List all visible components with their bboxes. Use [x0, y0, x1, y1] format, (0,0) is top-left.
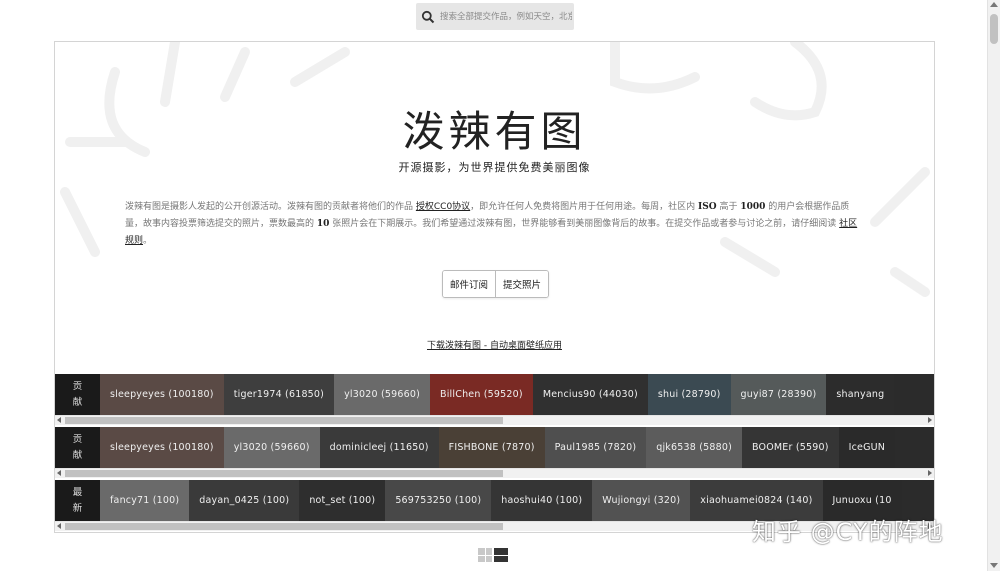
- action-button-group: 邮件订阅 提交照片: [442, 270, 550, 298]
- contributor-item[interactable]: qjk6538 (5880): [646, 427, 742, 468]
- strip-label: 最 新: [55, 480, 100, 521]
- strip-label-char: 最: [72, 486, 83, 498]
- contributor-item[interactable]: IceGUN: [838, 427, 896, 468]
- iso-value: ISO: [698, 202, 717, 212]
- strip-label-char: 献: [72, 396, 83, 408]
- contributor-item[interactable]: BOOMEr (5590): [742, 427, 839, 468]
- threshold-value: 1000: [740, 202, 766, 212]
- scroll-left-arrow-icon[interactable]: [57, 523, 61, 529]
- contributor-item[interactable]: yl3020 (59660): [223, 427, 320, 468]
- search-icon: [421, 10, 435, 23]
- search-bar[interactable]: [416, 3, 574, 30]
- desc-text: 。: [143, 236, 153, 246]
- strip-label-char: 贡: [72, 433, 83, 445]
- strip-2-scrollbar[interactable]: [55, 468, 934, 478]
- strip-label-char: 献: [72, 449, 83, 461]
- page-scrollbar-thumb[interactable]: [990, 14, 998, 44]
- scrollbar-thumb[interactable]: [65, 417, 503, 424]
- license-link[interactable]: 授权CC0协议: [416, 202, 470, 212]
- scroll-right-arrow-icon[interactable]: [928, 417, 932, 423]
- strip-label: 贡 献: [55, 427, 100, 468]
- scroll-down-arrow-icon[interactable]: [990, 563, 998, 568]
- desc-text: 泼辣有图是摄影人发起的公开创源活动。泼辣有图的贡献者将他们的作品: [125, 202, 416, 212]
- strip-1-scrollbar[interactable]: [55, 415, 934, 425]
- scroll-left-arrow-icon[interactable]: [57, 470, 61, 476]
- submit-photo-button[interactable]: 提交照片: [495, 271, 549, 297]
- desc-text: 张照片会在下期展示。我们希望通过泼辣有图，世界能够看到美丽图像背后的故事。在提交…: [329, 219, 840, 229]
- intro-description: 泼辣有图是摄影人发起的公开创源活动。泼辣有图的贡献者将他们的作品 授权CC0协议…: [125, 199, 865, 250]
- contributor-item[interactable]: BillChen (59520): [430, 374, 533, 415]
- contributor-item[interactable]: haoshui40 (100): [491, 480, 593, 521]
- scroll-left-arrow-icon[interactable]: [57, 417, 61, 423]
- contributor-item[interactable]: Mencius90 (44030): [532, 374, 648, 415]
- contributor-item[interactable]: yl3020 (59660): [334, 374, 430, 415]
- contributor-strip-2: 贡 献 sleepyeyes (100180) yl3020 (59660) d…: [55, 427, 934, 468]
- strip-items: sleepyeyes (100180) tiger1974 (61850) yl…: [100, 374, 895, 415]
- strip-label-char: 新: [72, 502, 83, 514]
- scroll-up-arrow-icon[interactable]: [990, 2, 998, 7]
- desc-text: ，即允许任何人免费将图片用于任何用途。每周，社区内: [470, 202, 699, 212]
- contributor-item[interactable]: dominicleej (11650): [319, 427, 439, 468]
- scroll-right-arrow-icon[interactable]: [928, 470, 932, 476]
- view-toggle: [478, 548, 508, 562]
- contributor-item[interactable]: Wujiongyi (320): [592, 480, 691, 521]
- contributor-item[interactable]: FISHBONE (7870): [438, 427, 545, 468]
- strip-items: sleepyeyes (100180) yl3020 (59660) domin…: [100, 427, 896, 468]
- main-card: 泼辣有图 开源摄影，为世界提供免费美丽图像 泼辣有图是摄影人发起的公开创源活动。…: [54, 41, 935, 533]
- page-title: 泼辣有图: [402, 107, 587, 156]
- contributor-item[interactable]: not_set (100): [299, 480, 386, 521]
- scrollbar-thumb[interactable]: [65, 523, 503, 530]
- contributor-item[interactable]: 569753250 (100): [385, 480, 492, 521]
- top-n-value: 10: [316, 219, 330, 229]
- contributor-item[interactable]: guyi87 (28390): [730, 374, 827, 415]
- contributor-item[interactable]: fancy71 (100): [100, 480, 190, 521]
- download-app-link[interactable]: 下载泼辣有图 - 自动桌面壁纸应用: [55, 338, 934, 351]
- subscribe-button[interactable]: 邮件订阅: [443, 271, 496, 297]
- scrollbar-thumb[interactable]: [65, 470, 503, 477]
- contributor-item[interactable]: tiger1974 (61850): [223, 374, 335, 415]
- contributor-item[interactable]: dayan_0425 (100): [189, 480, 300, 521]
- strip-label-char: 贡: [72, 380, 83, 392]
- contributor-item[interactable]: shui (28790): [647, 374, 731, 415]
- grid-view-icon[interactable]: [478, 548, 492, 562]
- page-scrollbar[interactable]: [987, 0, 1000, 571]
- contributor-item[interactable]: sleepyeyes (100180): [100, 374, 224, 415]
- list-view-icon[interactable]: [494, 548, 508, 562]
- contributor-item[interactable]: sleepyeyes (100180): [100, 427, 224, 468]
- contributor-strip-1: 贡 献 sleepyeyes (100180) tiger1974 (61850…: [55, 374, 934, 415]
- download-app-link-text: 下载泼辣有图 - 自动桌面壁纸应用: [427, 341, 562, 351]
- search-input[interactable]: [438, 10, 574, 23]
- contributor-item[interactable]: shanyang: [826, 374, 895, 415]
- contributor-item[interactable]: Paul1985 (7820): [544, 427, 647, 468]
- strip-label: 贡 献: [55, 374, 100, 415]
- watermark: 知乎 @CY的阵地: [752, 518, 944, 546]
- desc-text: 高于: [716, 202, 741, 212]
- page-subtitle: 开源摄影，为世界提供免费美丽图像: [398, 161, 591, 174]
